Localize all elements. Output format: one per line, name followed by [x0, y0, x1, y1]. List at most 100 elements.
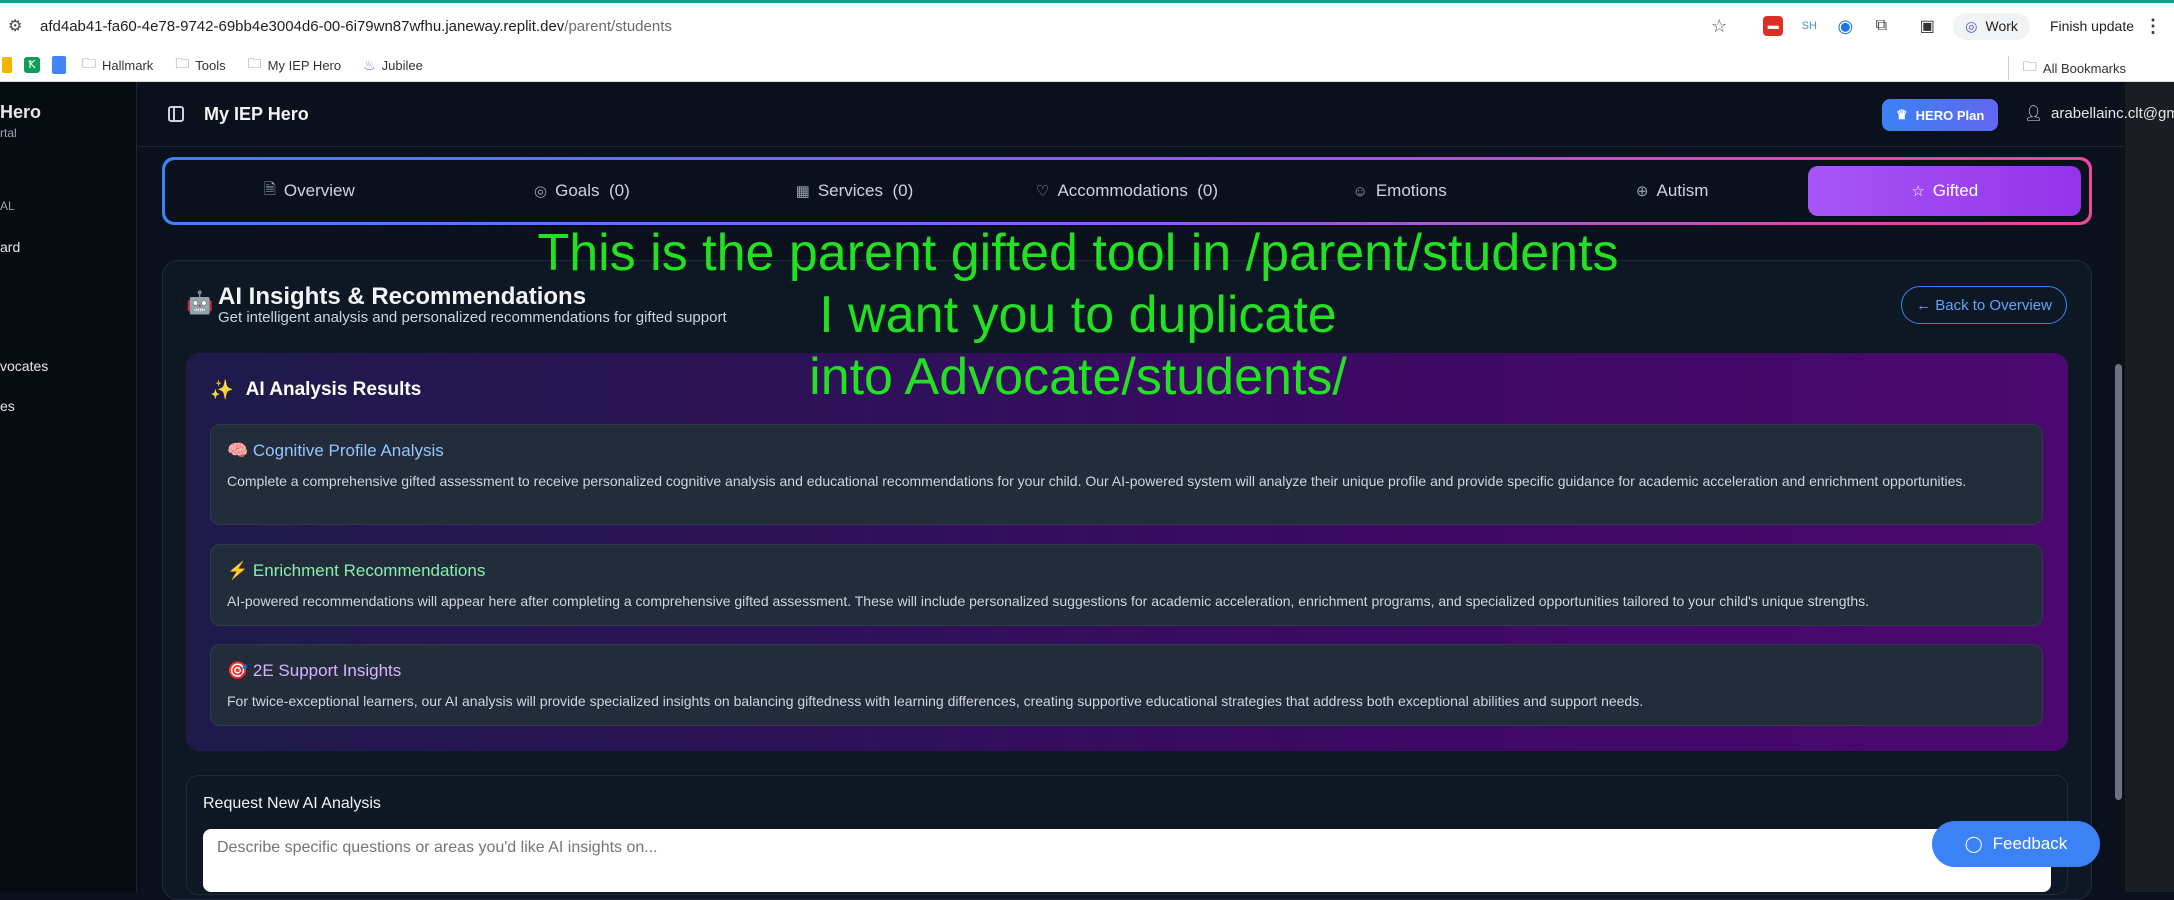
- crown-icon: ♛: [1896, 107, 1908, 122]
- folder-icon: 🗀: [2022, 58, 2037, 74]
- annotation-line: This is the parent gifted tool in /paren…: [537, 224, 1619, 282]
- analysis-request-input[interactable]: [203, 829, 2051, 892]
- card-body: For twice-exceptional learners, our AI a…: [227, 693, 1644, 709]
- tabs-container: 🗎 Overview ◎ Goals (0) ▦ Services (0) ♡ Acco…: [165, 160, 2089, 222]
- bookmark-label: Hallmark: [102, 57, 154, 73]
- smile-icon: ☺: [1352, 182, 1368, 200]
- annotation-overlay: This is the parent gifted tool in /paren…: [478, 222, 1678, 408]
- student-tabs: 🗎 Overview ◎ Goals (0) ▦ Services (0) ♡ Acco…: [162, 157, 2092, 225]
- sidebar-section-label: AL: [0, 199, 15, 213]
- folder-icon: 🗀: [247, 55, 262, 71]
- tab-emotions[interactable]: ☺ Emotions: [1263, 166, 1536, 216]
- all-bookmarks-label: All Bookmarks: [2042, 60, 2126, 76]
- folder-icon: 🗀: [175, 55, 190, 71]
- sidebar-item-dashboard[interactable]: ard: [0, 239, 20, 255]
- bookmarks-bar: Ꝁ 🗀 Hallmark 🗀 Tools 🗀 My IEP Hero ♨ Jubilee…: [0, 49, 2174, 82]
- sidebar-brand: Hero: [0, 102, 42, 122]
- app-header: My IEP Hero ♛ HERO Plan 👤︎ arabellainc.clt…: [138, 82, 2174, 147]
- results-heading: ✨ AI Analysis Results: [210, 378, 421, 402]
- adjacent-window-strip: [2125, 82, 2174, 892]
- annotation-line: into Advocate/students/: [809, 348, 1347, 406]
- tab-label: Overview: [283, 181, 355, 200]
- user-email: arabellainc.clt@gmail.com: [2051, 104, 2174, 122]
- tab-goals[interactable]: ◎ Goals (0): [446, 166, 719, 216]
- folder-icon: 🗀: [82, 55, 96, 71]
- app-title: My IEP Hero: [204, 103, 309, 124]
- bookmark-label: Tools: [195, 57, 226, 73]
- extensions-puzzle-icon[interactable]: ⧉: [1871, 16, 1891, 36]
- sidebar-item-advocates[interactable]: vocates: [0, 358, 48, 374]
- extension-sh-icon[interactable]: SH: [1799, 16, 1819, 36]
- profile-button[interactable]: ◎ Work: [1953, 12, 2030, 40]
- card-cognitive-profile: 🧠 Cognitive Profile Analysis Complete a …: [210, 424, 2043, 525]
- back-to-overview-button[interactable]: ← Back to Overview: [1901, 286, 2067, 324]
- bookmark-label: Jubilee: [381, 57, 423, 73]
- sidebar-item-other[interactable]: es: [0, 398, 15, 414]
- address-field[interactable]: afd4ab41-fa60-4e78-9742-69bb4e3004d6-00-…: [40, 18, 672, 35]
- bookmark-app-icon-1[interactable]: [2, 57, 12, 73]
- extension-blue-circle-icon[interactable]: ◉: [1835, 16, 1855, 36]
- sparkles-icon: ✨: [210, 380, 234, 401]
- document-icon: 🗎: [263, 180, 276, 198]
- annotation-line: I want you to duplicate: [819, 286, 1337, 344]
- site-settings-icon[interactable]: ⚙: [8, 16, 30, 36]
- lightning-icon: ⚡: [227, 561, 249, 580]
- url-host: afd4ab41-fa60-4e78-9742-69bb4e3004d6-00-…: [40, 17, 565, 35]
- more-menu-icon[interactable]: ⋮: [2144, 16, 2162, 37]
- tab-accommodations[interactable]: ♡ Accommodations (0): [991, 166, 1264, 216]
- building-icon: ▦: [795, 183, 810, 200]
- card-title: 🎯 2E Support Insights: [227, 661, 401, 681]
- scrollbar-thumb[interactable]: [2115, 364, 2122, 800]
- target-icon: 🎯: [227, 661, 249, 680]
- tab-services[interactable]: ▦ Services (0): [718, 166, 991, 216]
- extension-red-icon[interactable]: ▬: [1763, 16, 1784, 36]
- results-title: AI Analysis Results: [245, 379, 422, 400]
- bookmark-tools[interactable]: 🗀 Tools: [175, 53, 225, 77]
- hero-plan-badge[interactable]: ♛ HERO Plan: [1882, 99, 1999, 131]
- sidebar-brand-sub: rtal: [0, 126, 17, 140]
- tab-label: Gifted: [1932, 181, 1979, 200]
- bookmark-app-icon-2[interactable]: Ꝁ: [24, 57, 40, 73]
- card-body: Complete a comprehensive gifted assessme…: [227, 473, 1967, 489]
- card-title: 🧠 Cognitive Profile Analysis: [227, 441, 444, 461]
- tab-label: Accommodations (0): [1057, 181, 1219, 200]
- bookmark-label: My IEP Hero: [267, 57, 342, 73]
- media-controls-icon[interactable]: ▣: [1917, 16, 1937, 36]
- request-analysis-label: Request New AI Analysis: [203, 795, 381, 812]
- bookmark-my-iep-hero[interactable]: 🗀 My IEP Hero: [248, 53, 341, 77]
- tab-label: Emotions: [1375, 181, 1447, 200]
- card-enrichment: ⚡ Enrichment Recommendations AI-powered …: [210, 544, 2043, 626]
- profile-label: Work: [1985, 18, 2018, 34]
- browser-toolbar-right: ☆ ▬ SH ◉ ⧉ ▣ ◎ Work Finish update ⋮: [1711, 3, 2162, 49]
- all-bookmarks[interactable]: 🗀 All Bookmarks: [2007, 56, 2126, 80]
- card-title-text: Enrichment Recommendations: [252, 561, 486, 580]
- bookmark-jubilee[interactable]: ♨ Jubilee: [363, 57, 423, 74]
- card-title-text: 2E Support Insights: [252, 661, 402, 680]
- bookmark-star-icon[interactable]: ☆: [1711, 16, 1727, 37]
- card-2e-support: 🎯 2E Support Insights For twice-exceptio…: [210, 644, 2043, 726]
- user-menu[interactable]: 👤︎ arabellainc.clt@gmail.com: [2024, 104, 2174, 123]
- card-body: AI-powered recommendations will appear h…: [227, 593, 1870, 609]
- tab-autism[interactable]: ⊕ Autism: [1536, 166, 1809, 216]
- card-title: ⚡ Enrichment Recommendations: [227, 561, 485, 581]
- card-title-text: Cognitive Profile Analysis: [252, 441, 444, 460]
- tab-label: Goals (0): [555, 181, 630, 200]
- google-docs-icon[interactable]: [52, 56, 66, 74]
- feedback-button[interactable]: ◯ Feedback: [1932, 821, 2100, 867]
- user-icon: 👤︎: [2024, 105, 2044, 122]
- profile-avatar-icon: ◎: [1965, 17, 1978, 34]
- sidebar: Hero rtal AL ard vocates es: [0, 82, 137, 892]
- bookmark-hallmark[interactable]: 🗀 Hallmark: [82, 53, 153, 77]
- finish-update-button[interactable]: Finish update: [2046, 13, 2138, 39]
- brain-icon: 🧠: [227, 441, 249, 460]
- sidebar-toggle-icon[interactable]: [168, 106, 184, 122]
- star-icon: ☆: [1911, 183, 1925, 200]
- tab-overview[interactable]: 🗎 Overview: [173, 166, 446, 216]
- robot-icon: 🤖: [186, 290, 214, 315]
- tab-label: Autism: [1656, 181, 1709, 200]
- tab-label: Services (0): [817, 181, 914, 200]
- tab-gifted[interactable]: ☆ Gifted: [1808, 166, 2082, 216]
- plan-label: HERO Plan: [1915, 107, 1985, 123]
- url-path: /parent/students: [564, 17, 672, 35]
- lightbulb-icon: ♡: [1035, 183, 1050, 200]
